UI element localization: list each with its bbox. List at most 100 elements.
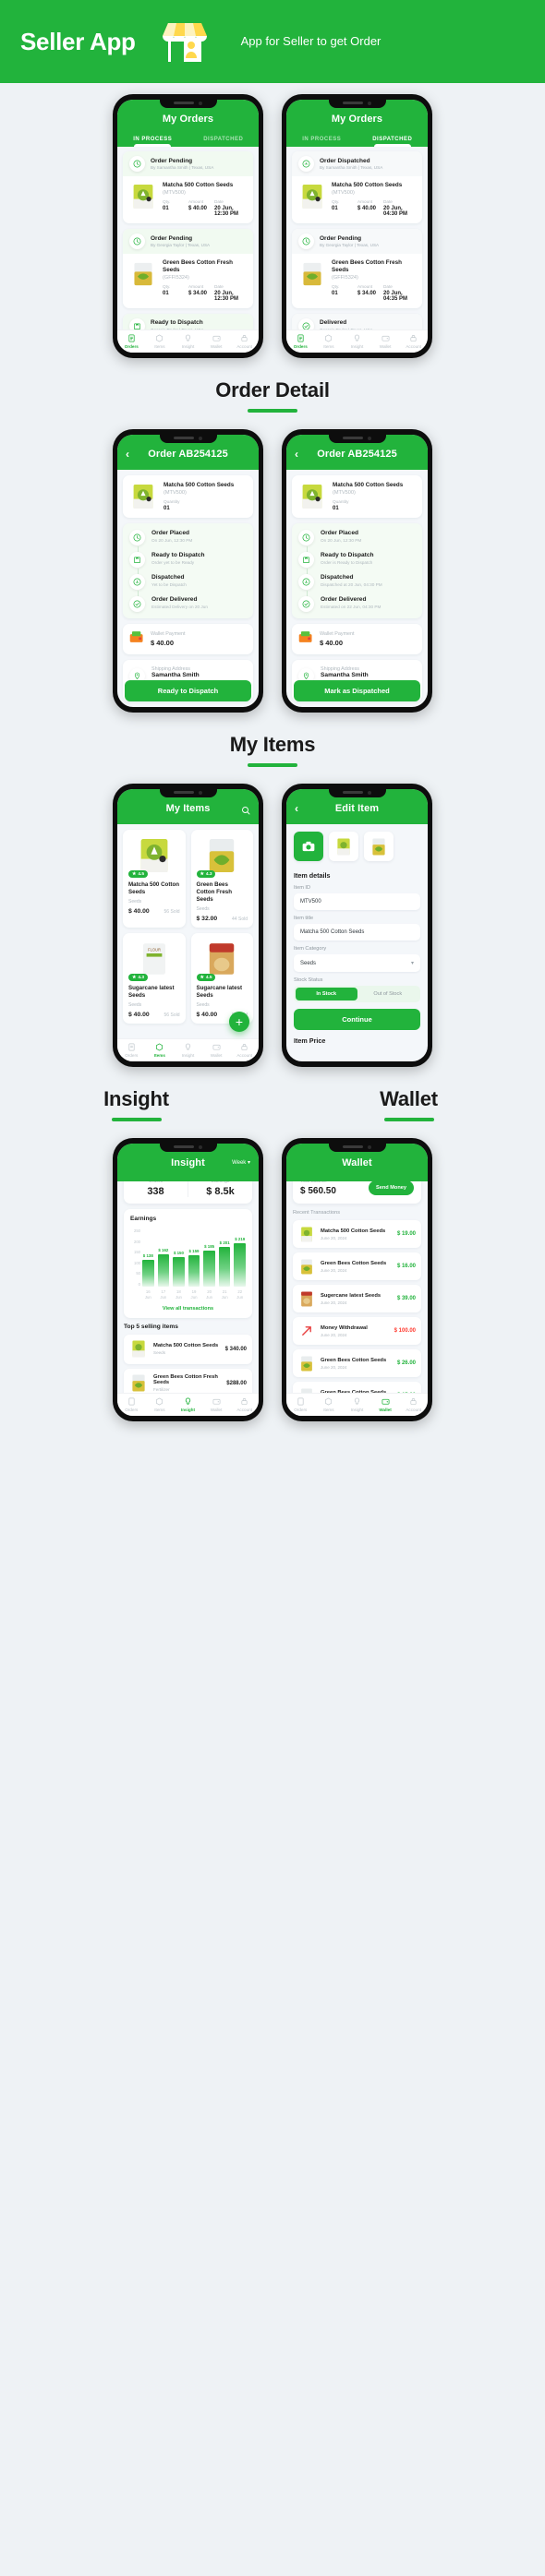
transaction-row[interactable]: Matcha 500 Cotton Seeds June 20, 2024 $ …	[293, 1220, 421, 1248]
item-title-field[interactable]: Matcha 500 Cotton Seeds	[294, 924, 420, 941]
nav-wallet[interactable]: Wallet	[371, 334, 400, 349]
screen-orders-dispatched: My Orders IN PROCESS DISPATCHED Order Di…	[286, 100, 428, 353]
wallet-icon	[202, 334, 231, 343]
item-category: Fertilizer	[153, 1387, 170, 1393]
orders-list[interactable]: Order Pending By Samantha Smith | Texas,…	[117, 147, 259, 353]
nav-account[interactable]: Account	[399, 334, 428, 349]
nav-account[interactable]: Account	[230, 1043, 259, 1058]
edit-item-body[interactable]: Item details Item ID MTV500 Item title M…	[286, 824, 428, 1061]
nav-wallet[interactable]: Wallet	[371, 1397, 400, 1412]
order-detail-body[interactable]: Matcha 500 Cotton Seeds (MTV500) Quantit…	[117, 470, 259, 707]
item-card[interactable]: FLOUR ★ 4.3 Sugarcane latest Seeds Seeds …	[123, 933, 186, 1024]
top-item-row[interactable]: Matcha 500 Cotton Seeds Seeds $ 340.00	[124, 1334, 252, 1364]
nav-insight[interactable]: Insight	[343, 1397, 371, 1412]
nav-orders[interactable]: Orders	[286, 1397, 315, 1412]
mark-as-dispatched-button[interactable]: Mark as Dispatched	[294, 680, 420, 701]
nav-items[interactable]: Items	[146, 334, 175, 349]
nav-orders[interactable]: Orders	[286, 334, 315, 349]
amount-label: Amount	[357, 283, 373, 289]
earnings-bar-chart: 250 200 150 100 50 0 $ 138 $ 162 $ 150 $ 159 $ 18…	[130, 1228, 247, 1287]
item-card[interactable]: ★ 4.5 Matcha 500 Cotton Seeds Seeds $ 40.…	[123, 830, 186, 929]
wallet-body[interactable]: Total Balance $ 560.50 Send Money Recent…	[286, 1172, 428, 1416]
nav-wallet[interactable]: Wallet	[202, 334, 231, 349]
item-name: Sugarcane latest Seeds	[128, 985, 175, 1000]
chevron-left-icon[interactable]: ‹	[295, 803, 298, 814]
nav-account[interactable]: Account	[230, 334, 259, 349]
period-label: Week	[232, 1160, 247, 1166]
timeline-step: Dispatched Yet to be Dispatch	[129, 574, 247, 596]
chart-y-axis: 250 200 150 100 50 0	[130, 1228, 142, 1287]
chevron-left-icon[interactable]: ‹	[295, 449, 298, 460]
transaction-row[interactable]: Sugercane latest Seeds June 20, 2024 $ 3…	[293, 1285, 421, 1312]
nav-items[interactable]: Items	[315, 334, 344, 349]
nav-items[interactable]: Items	[146, 1397, 175, 1412]
order-card[interactable]: Order Pending By Samantha Smith | Texas,…	[123, 151, 253, 223]
nav-insight-label: Insight	[181, 1053, 195, 1059]
section-underline	[248, 409, 297, 413]
thumbnail-matcha[interactable]	[329, 832, 358, 861]
insight-body[interactable]: Orders 338 Earnings $ 8.5k Earnings 250 2…	[117, 1172, 259, 1416]
nav-account[interactable]: Account	[230, 1397, 259, 1412]
item-category-select[interactable]: Seeds ▾	[294, 954, 420, 972]
transaction-row[interactable]: Green Bees Cotton Seeds June 20, 2024 $ …	[293, 1252, 421, 1280]
section-title: My Items	[229, 733, 316, 756]
nav-insight[interactable]: Insight	[174, 1397, 202, 1412]
transaction-name: Matcha 500 Cotton Seeds	[321, 1228, 386, 1234]
nav-wallet[interactable]: Wallet	[202, 1043, 231, 1058]
ready-to-dispatch-button[interactable]: Ready to Dispatch	[125, 680, 251, 701]
search-icon[interactable]	[241, 803, 250, 820]
nav-account[interactable]: Account	[399, 1397, 428, 1412]
chevron-left-icon[interactable]: ‹	[126, 449, 129, 460]
item-sold: 44 Sold	[232, 917, 248, 923]
add-item-button[interactable]: +	[229, 1012, 249, 1032]
order-card[interactable]: Order Dispatched By Samantha Smith | Tex…	[292, 151, 422, 223]
nav-items[interactable]: Items	[146, 1043, 175, 1058]
stock-status-toggle[interactable]: In Stock Out of Stock	[294, 986, 420, 1002]
bulb-icon	[343, 334, 371, 343]
x-tick: 20 Jun	[206, 1289, 213, 1300]
item-card[interactable]: ★ 4.3 Green Bees Cotton Fresh Seeds Seeds…	[190, 830, 253, 929]
item-card[interactable]: ★ 4.5 Sugarcane latest Seeds Seeds $ 40.0…	[190, 933, 253, 1024]
nav-insight[interactable]: Insight	[174, 1043, 202, 1059]
section-title-wallet: Wallet	[380, 1087, 438, 1110]
payment-card: Wallet Payment $ 40.00	[292, 624, 422, 654]
stock-option-out-of-stock[interactable]: Out of Stock	[357, 988, 419, 1000]
nav-items[interactable]: Items	[315, 1397, 344, 1412]
stock-option-in-stock[interactable]: In Stock	[296, 988, 357, 1000]
tab-dispatched[interactable]: DISPATCHED	[188, 131, 260, 147]
item-id-field[interactable]: MTV500	[294, 893, 420, 910]
nav-wallet[interactable]: Wallet	[202, 1397, 231, 1412]
orders-list[interactable]: Order Dispatched By Samantha Smith | Tex…	[286, 147, 428, 353]
banner-subtitle: App for Seller to get Order	[240, 34, 382, 49]
bottom-nav: Orders Items Insight Wallet Account	[117, 329, 259, 353]
nav-insight[interactable]: Insight	[174, 334, 202, 349]
nav-orders[interactable]: Orders	[117, 1397, 146, 1412]
bottom-nav: Orders Items Insight Wallet Account	[286, 329, 428, 353]
send-money-button[interactable]: Send Money	[369, 1180, 414, 1195]
order-status: Order Dispatched	[320, 157, 370, 164]
transaction-row[interactable]: Green Bees Cotton Seeds June 20, 2024 $ …	[293, 1349, 421, 1377]
period-selector[interactable]: Week ▾	[232, 1159, 250, 1166]
nav-orders[interactable]: Orders	[117, 334, 146, 349]
tab-in-process[interactable]: IN PROCESS	[286, 131, 357, 147]
section-underline	[111, 1118, 162, 1121]
tab-dispatched[interactable]: DISPATCHED	[357, 131, 429, 147]
continue-button[interactable]: Continue	[294, 1009, 420, 1030]
thumbnail-green-bees[interactable]	[364, 832, 394, 861]
tab-in-process[interactable]: IN PROCESS	[117, 131, 188, 147]
item-price: $ 40.00	[196, 1012, 218, 1019]
order-detail-row: ‹ Order AB254125 Matcha 500 Cotton Seeds…	[0, 418, 545, 718]
order-card[interactable]: Order Pending By Georgia Taylor | Texas,…	[292, 228, 422, 308]
step-title: Ready to Dispatch	[321, 552, 374, 558]
transaction-row[interactable]: Money Withdrawal June 20, 2024 $ 100.00	[293, 1317, 421, 1345]
nav-insight[interactable]: Insight	[343, 334, 371, 349]
transaction-amount: $ 39.00	[396, 1296, 416, 1301]
view-all-transactions-link[interactable]: View all transactions	[130, 1306, 246, 1312]
order-card[interactable]: Order Pending By Georgia Taylor | Texas,…	[123, 228, 253, 308]
nav-orders[interactable]: Orders	[117, 1043, 146, 1058]
qty-label: Quantity	[164, 498, 180, 504]
order-detail-body[interactable]: Matcha 500 Cotton Seeds (MTV500) Quantit…	[286, 470, 428, 707]
transaction-amount: $ 19.00	[396, 1231, 416, 1237]
camera-icon[interactable]	[294, 832, 323, 861]
item-category: Seeds	[153, 1350, 166, 1356]
